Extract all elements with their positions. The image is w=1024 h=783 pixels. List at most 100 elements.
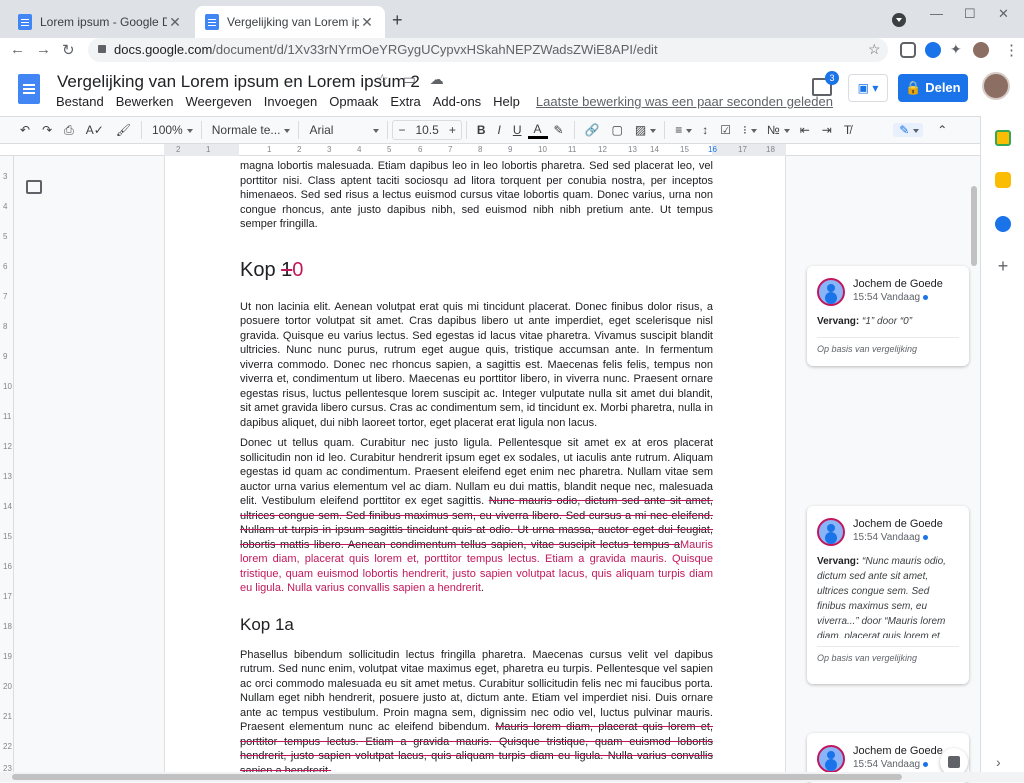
vertical-scrollbar[interactable] <box>970 186 978 766</box>
link-icon[interactable]: 🔗 <box>579 123 606 137</box>
keep-icon[interactable] <box>995 172 1011 188</box>
underline-icon[interactable]: U <box>507 123 528 137</box>
ruler-label: 9 <box>508 145 513 154</box>
style-select[interactable]: Normale te... <box>206 123 295 137</box>
print-icon[interactable]: ⎙ <box>58 123 80 138</box>
bookmark-star-icon[interactable]: ☆ <box>868 41 881 58</box>
increase-indent-icon[interactable]: ⇥ <box>816 123 838 137</box>
clear-formatting-icon[interactable]: T̸ <box>838 123 857 137</box>
expand-panel-chevron-icon[interactable]: › <box>996 754 1001 770</box>
document-page[interactable]: magna lobortis malesuada. Etiam dapibus … <box>164 156 786 772</box>
paragraph-with-suggestion[interactable]: Phasellus bibendum sollicitudin lectus f… <box>240 648 713 773</box>
docs-favicon-icon <box>205 14 219 30</box>
horizontal-scrollbar[interactable] <box>0 772 1024 782</box>
italic-icon[interactable]: I <box>492 123 507 137</box>
profile-avatar[interactable] <box>973 42 989 58</box>
docs-logo-icon[interactable] <box>18 74 40 104</box>
maximize-button[interactable]: ☐ <box>964 6 976 22</box>
last-edit-link[interactable]: Laatste bewerking was een paar seconden … <box>536 94 833 109</box>
close-window-button[interactable]: ✕ <box>998 6 1009 22</box>
paint-format-icon[interactable]: 🖌 <box>110 123 137 137</box>
line-spacing-icon[interactable]: ↕ <box>696 123 714 137</box>
new-tab-button[interactable]: + <box>392 10 403 31</box>
ruler-label: 12 <box>3 442 12 451</box>
star-icon[interactable]: ☆ <box>376 71 389 88</box>
bold-icon[interactable]: B <box>471 123 492 137</box>
move-folder-icon[interactable]: ▭ <box>403 71 416 88</box>
suggestion-action: Vervang: <box>817 556 860 567</box>
paragraph[interactable]: Ut non lacinia elit. Aenean volutpat era… <box>240 300 713 431</box>
font-size-input[interactable]: 10.5 <box>410 123 443 137</box>
undo-icon[interactable]: ↶ <box>14 123 36 137</box>
menu-bewerken[interactable]: Bewerken <box>116 94 174 109</box>
browser-menu-icon[interactable]: ⋮ <box>1004 41 1019 59</box>
extension-info-icon[interactable] <box>925 42 941 58</box>
close-tab-icon[interactable]: ✕ <box>167 14 183 31</box>
align-icon[interactable]: ≡ <box>669 123 696 137</box>
menu-extra[interactable]: Extra <box>390 94 420 109</box>
menu-weergeven[interactable]: Weergeven <box>186 94 252 109</box>
horizontal-ruler[interactable]: 2 1 1 2 3 4 5 6 7 8 9 10 11 12 13 14 15 … <box>0 144 980 156</box>
menu-bar: Bestand Bewerken Weergeven Invoegen Opma… <box>56 94 833 109</box>
font-select[interactable]: Arial <box>303 123 383 137</box>
ruler-label: 1 <box>206 145 211 154</box>
close-tab-icon[interactable]: ✕ <box>359 14 375 31</box>
scrollbar-thumb[interactable] <box>12 774 902 780</box>
cloud-status-icon[interactable]: ☁ <box>430 71 444 88</box>
url-input[interactable]: docs.google.com/document/d/1Xv33rNYrmOeY… <box>88 38 888 62</box>
paragraph[interactable]: magna lobortis malesuada. Etiam dapibus … <box>240 159 713 232</box>
account-avatar[interactable] <box>982 72 1010 100</box>
suggestion-card[interactable]: Jochem de Goede 15:54 Vandaag Vervang: “… <box>807 266 969 366</box>
spellcheck-icon[interactable]: A✓ <box>80 123 110 137</box>
menu-opmaak[interactable]: Opmaak <box>329 94 378 109</box>
back-arrow-icon[interactable]: ← <box>10 41 25 58</box>
tasks-icon[interactable] <box>995 216 1011 232</box>
insert-image-icon[interactable]: ▨ <box>629 123 660 137</box>
comment-author: Jochem de Goede <box>853 278 943 290</box>
editing-mode-icon[interactable]: ✎ <box>893 123 924 137</box>
font-size-increase-button[interactable]: + <box>444 123 461 137</box>
decrease-indent-icon[interactable]: ⇤ <box>794 123 816 137</box>
paragraph-with-suggestion[interactable]: Donec ut tellus quam. Curabitur nec just… <box>240 436 713 596</box>
browser-tab-vergelijking[interactable]: Vergelijking van Lorem ipsum en ✕ <box>195 6 385 38</box>
comment-history-icon[interactable]: 3 <box>812 71 839 96</box>
comment-time: 15:54 Vandaag <box>853 532 921 543</box>
browser-tab-lorem-ipsum[interactable]: Lorem ipsum - Google Documen ✕ <box>8 6 193 38</box>
hide-menus-chevron-icon[interactable]: ⌃ <box>931 123 953 137</box>
checklist-icon[interactable]: ☑ <box>714 123 737 137</box>
add-addon-icon[interactable]: + <box>995 257 1011 275</box>
ruler-label: 22 <box>3 742 12 751</box>
reload-icon[interactable]: ↻ <box>62 41 75 59</box>
present-button[interactable]: ▣ ▾ <box>848 74 888 102</box>
document-body[interactable]: magna lobortis malesuada. Etiam dapibus … <box>240 159 713 772</box>
commenter-avatar <box>817 278 845 306</box>
zoom-select[interactable]: 100% <box>146 123 197 137</box>
forward-arrow-icon[interactable]: → <box>36 41 51 58</box>
minimize-button[interactable]: — <box>930 6 943 21</box>
unread-dot-icon <box>923 534 929 540</box>
highlight-color-icon[interactable]: ✎ <box>548 123 570 137</box>
document-title[interactable]: Vergelijking van Lorem ipsum en Lorem ip… <box>57 72 420 92</box>
redo-icon[interactable]: ↷ <box>36 123 58 137</box>
numbered-list-icon[interactable]: № <box>761 123 794 137</box>
scrollbar-thumb[interactable] <box>971 186 977 266</box>
extensions-puzzle-icon[interactable]: ✦ <box>950 41 962 58</box>
font-size-decrease-button[interactable]: − <box>393 123 410 137</box>
bulleted-list-icon[interactable]: ⁝ <box>737 123 761 137</box>
menu-help[interactable]: Help <box>493 94 520 109</box>
add-comment-icon[interactable]: ▢ <box>606 123 629 137</box>
share-button[interactable]: 🔒 Delen <box>898 74 968 102</box>
heading-kop-10[interactable]: Kop 10 <box>240 258 713 282</box>
menu-add-ons[interactable]: Add-ons <box>433 94 481 109</box>
text-color-icon[interactable]: A <box>527 122 548 139</box>
commenter-avatar <box>817 518 845 546</box>
heading-kop-1a[interactable]: Kop 1a <box>240 614 713 636</box>
pocket-icon[interactable] <box>900 42 916 58</box>
document-outline-icon[interactable] <box>26 180 42 194</box>
calendar-icon[interactable] <box>995 130 1011 146</box>
tab-search-icon[interactable] <box>892 13 906 27</box>
vertical-ruler[interactable]: 3 4 5 6 7 8 9 10 11 12 13 14 15 16 17 18… <box>0 156 14 773</box>
menu-invoegen[interactable]: Invoegen <box>264 94 318 109</box>
menu-bestand[interactable]: Bestand <box>56 94 104 109</box>
suggestion-card[interactable]: Jochem de Goede 15:54 Vandaag Vervang: “… <box>807 506 969 684</box>
